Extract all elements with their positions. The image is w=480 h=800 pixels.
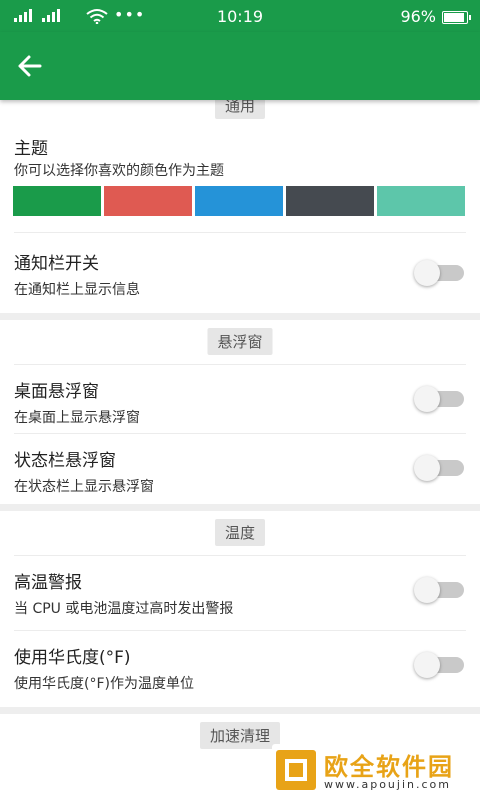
theme-setting: 主题 你可以选择你喜欢的颜色作为主题 <box>0 118 480 232</box>
theme-subtitle: 你可以选择你喜欢的颜色作为主题 <box>14 163 224 179</box>
high-temp-toggle[interactable] <box>414 577 464 603</box>
setting-statusbar-float[interactable]: 状态栏悬浮窗 在状态栏上显示悬浮窗 <box>0 434 480 504</box>
theme-swatch-blue[interactable] <box>195 186 283 216</box>
theme-swatch-dark-gray[interactable] <box>286 186 374 216</box>
section-header-temperature: 温度 <box>0 511 480 555</box>
setting-high-temp-alert[interactable]: 高温警报 当 CPU 或电池温度过高时发出警报 <box>0 556 480 630</box>
watermark-icon <box>276 750 316 790</box>
setting-title: 高温警报 <box>14 573 82 593</box>
theme-color-swatches <box>13 186 465 216</box>
theme-swatch-green[interactable] <box>13 186 101 216</box>
section-separator <box>0 504 480 511</box>
setting-subtitle: 当 CPU 或电池温度过高时发出警报 <box>14 601 234 617</box>
battery-percent: 96% <box>400 7 436 26</box>
settings-list[interactable]: 通用 主题 你可以选择你喜欢的颜色作为主题 通知栏开关 在通知栏上显示信息 悬浮… <box>0 100 480 800</box>
battery-icon <box>442 11 471 24</box>
setting-subtitle: 在状态栏上显示悬浮窗 <box>14 479 154 495</box>
setting-subtitle: 在通知栏上显示信息 <box>14 282 140 298</box>
setting-fahrenheit[interactable]: 使用华氏度(°F) 使用华氏度(°F)作为温度单位 <box>0 631 480 707</box>
setting-subtitle: 在桌面上显示悬浮窗 <box>14 410 140 426</box>
theme-title: 主题 <box>14 139 48 159</box>
theme-swatch-teal[interactable] <box>377 186 465 216</box>
arrow-left-icon[interactable] <box>14 50 46 82</box>
notification-toggle[interactable] <box>414 260 464 286</box>
setting-subtitle: 使用华氏度(°F)作为温度单位 <box>14 676 194 692</box>
watermark-logo: 欧全软件园 www.apoujin.com <box>272 744 472 796</box>
watermark-name: 欧全软件园 <box>324 753 454 781</box>
section-separator <box>0 313 480 320</box>
setting-title: 桌面悬浮窗 <box>14 382 99 402</box>
setting-title: 通知栏开关 <box>14 254 99 274</box>
watermark-url: www.apoujin.com <box>324 778 451 791</box>
setting-desktop-float[interactable]: 桌面悬浮窗 在桌面上显示悬浮窗 <box>0 365 480 433</box>
fahrenheit-toggle[interactable] <box>414 652 464 678</box>
theme-swatch-red[interactable] <box>104 186 192 216</box>
section-header-floating: 悬浮窗 <box>0 320 480 364</box>
setting-notification[interactable]: 通知栏开关 在通知栏上显示信息 <box>0 233 480 313</box>
section-separator <box>0 707 480 714</box>
section-header-general: 通用 <box>0 100 480 119</box>
app-bar <box>0 32 480 100</box>
status-bar: ••• 10:19 96% <box>0 0 480 32</box>
desktop-float-toggle[interactable] <box>414 386 464 412</box>
statusbar-float-toggle[interactable] <box>414 455 464 481</box>
setting-title: 状态栏悬浮窗 <box>14 451 116 471</box>
setting-title: 使用华氏度(°F) <box>14 648 131 668</box>
